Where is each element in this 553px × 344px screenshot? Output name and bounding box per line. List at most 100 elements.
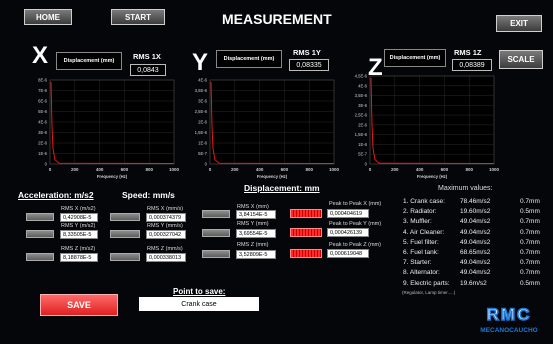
x-tick-label: 0 [369, 167, 372, 172]
y-tick-label: 1,5E-6 [195, 130, 208, 135]
rms-label-y: RMS 1Y [293, 48, 321, 57]
max-value-disp: 0.7mm [520, 228, 540, 236]
max-value-disp: 0.7mm [520, 198, 540, 205]
y-tick-label: 2E-6 [358, 122, 368, 127]
speed-z-indicator [110, 253, 140, 261]
max-value-disp: 0.5mm [520, 208, 540, 216]
max-values-note: (Regulator, Lamp timer.....) [402, 290, 456, 295]
y-tick-label: 7E-6 [38, 88, 48, 93]
x-tick-label: 600 [121, 167, 129, 172]
y-tick-label: 4,5E-6 [355, 74, 368, 79]
x-tick-label: 1000 [169, 167, 180, 172]
max-value-accel: 78.46m/s2 [460, 198, 491, 205]
y-tick-label: 4E-6 [358, 83, 368, 88]
page-title: MEASUREMENT [222, 11, 332, 27]
displacement-label-z: Displacement (mm) [384, 49, 446, 67]
accel-x-value: 0,42908E-5 [60, 213, 98, 222]
max-value-name: 3. Muffler: [403, 218, 432, 226]
x-tick-label: 400 [256, 167, 264, 172]
max-value-disp: 0.7mm [520, 269, 540, 277]
scale-button[interactable]: SCALE [499, 50, 543, 69]
start-button[interactable]: START [111, 9, 165, 25]
max-value-disp: 0.7mm [520, 259, 540, 267]
max-value-name: 7. Starter: [403, 259, 432, 267]
y-tick-label: 0 [205, 162, 208, 167]
y-tick-label: 2E-6 [38, 141, 48, 146]
accel-x-label: RMS X (m/s2) [61, 206, 96, 212]
x-tick-label: 0 [49, 167, 52, 172]
y-tick-label: 4E-6 [38, 120, 48, 125]
max-value-name: 9. Electric parts: [403, 279, 450, 287]
p2p-z-value: 0,000619048 [327, 249, 369, 258]
displacement-label-x: Displacement (mm) [56, 52, 122, 70]
accel-z-label: RMS Z (m/s2) [61, 246, 96, 252]
speed-x-indicator [110, 213, 140, 221]
exit-button[interactable]: EXIT [496, 15, 542, 32]
accel-z-value: 8,18878E-5 [60, 253, 98, 262]
p2p-z-label: Peak to Peak Z (mm) [329, 242, 381, 248]
point-to-save-field[interactable]: Crank case [139, 297, 259, 311]
p2p-z-indicator [290, 249, 322, 258]
axis-letter-y: Y [192, 49, 209, 76]
x-tick-label: 200 [391, 167, 399, 172]
x-axis-label: Frequency (Hz) [97, 174, 128, 179]
x-tick-label: 600 [441, 167, 449, 172]
y-tick-label: 3E-6 [198, 99, 208, 104]
y-tick-label: 0 [365, 162, 368, 167]
max-value-accel: 49.04m/s2 [460, 218, 491, 226]
max-value-accel: 19.6m/s2 [460, 279, 487, 287]
x-tick-label: 600 [281, 167, 289, 172]
x-tick-label: 0 [209, 167, 212, 172]
y-tick-label: 6E-6 [38, 99, 48, 104]
p2p-x-indicator [290, 209, 322, 218]
y-tick-label: 1E-6 [38, 151, 48, 156]
disp-z-indicator [202, 250, 230, 258]
accel-y-indicator [26, 230, 54, 238]
y-tick-label: 2,5E-6 [195, 109, 208, 114]
x-tick-label: 800 [465, 167, 473, 172]
max-value-accel: 49.04m/s2 [460, 228, 491, 236]
p2p-y-label: Peak to Peak Y (mm) [329, 221, 382, 227]
max-value-disp: 0.7mm [520, 238, 540, 246]
accel-x-indicator [26, 213, 54, 221]
acceleration-title: Acceleration: m/s2 [18, 190, 94, 200]
x-axis-label: Frequency (Hz) [417, 174, 448, 179]
displacement-title: Displacement: mm [244, 183, 320, 193]
rms-label-z: RMS 1Z [454, 48, 482, 57]
axis-letter-x: X [32, 42, 49, 69]
y-tick-label: 3E-6 [38, 130, 48, 135]
displacement-chart-x: 8E-6 7E-6 6E-6 5E-6 4E-6 3E-6 2E-6 1E-6 00 200 400… [38, 78, 180, 180]
x-tick-label: 800 [145, 167, 153, 172]
max-value-name: 2. Radiator: [403, 208, 437, 216]
p2p-x-label: Peak to Peak X (mm) [329, 201, 382, 207]
home-button[interactable]: HOME [24, 9, 72, 25]
y-tick-label: 5E-6 [38, 109, 48, 114]
y-tick-label: 3,5E-6 [355, 93, 368, 98]
p2p-x-value: 0,000404619 [327, 209, 369, 218]
max-values-title: Maximum values: [438, 185, 493, 192]
y-tick-label: 4E-6 [198, 78, 208, 83]
rms-value-z: 0,08389 [452, 59, 492, 71]
y-tick-label: 2E-6 [198, 120, 208, 125]
displacement-label-y: Displacement (mm) [216, 50, 282, 68]
max-value-accel: 49.04m/s2 [460, 269, 491, 277]
mecanocaucho-logo: RMC MECANOCAUCHO [480, 304, 537, 334]
point-to-save-title: Point to save: [173, 287, 226, 296]
y-tick-label: 3E-6 [358, 103, 368, 108]
speed-title: Speed: mm/s [122, 190, 175, 200]
y-tick-label: 2,5E-6 [355, 113, 368, 118]
y-tick-label: 1E-6 [358, 142, 368, 147]
speed-y-label: RMS Y (mm/s) [147, 223, 183, 229]
accel-y-label: RMS Y (m/s2) [61, 223, 96, 229]
rms-value-x: 0,0843 [130, 64, 166, 76]
p2p-y-indicator [290, 228, 322, 237]
x-tick-label: 200 [231, 167, 239, 172]
logo-letters: RMC [487, 305, 532, 324]
speed-y-value: 0,000327042 [146, 230, 186, 239]
max-value-accel: 19.60m/s2 [460, 208, 491, 216]
y-tick-label: 1E-6 [198, 141, 208, 146]
disp-x-indicator [202, 210, 230, 218]
max-value-name: 8. Alternator: [403, 269, 440, 277]
x-tick-label: 800 [305, 167, 313, 172]
save-button[interactable]: SAVE [40, 294, 118, 316]
